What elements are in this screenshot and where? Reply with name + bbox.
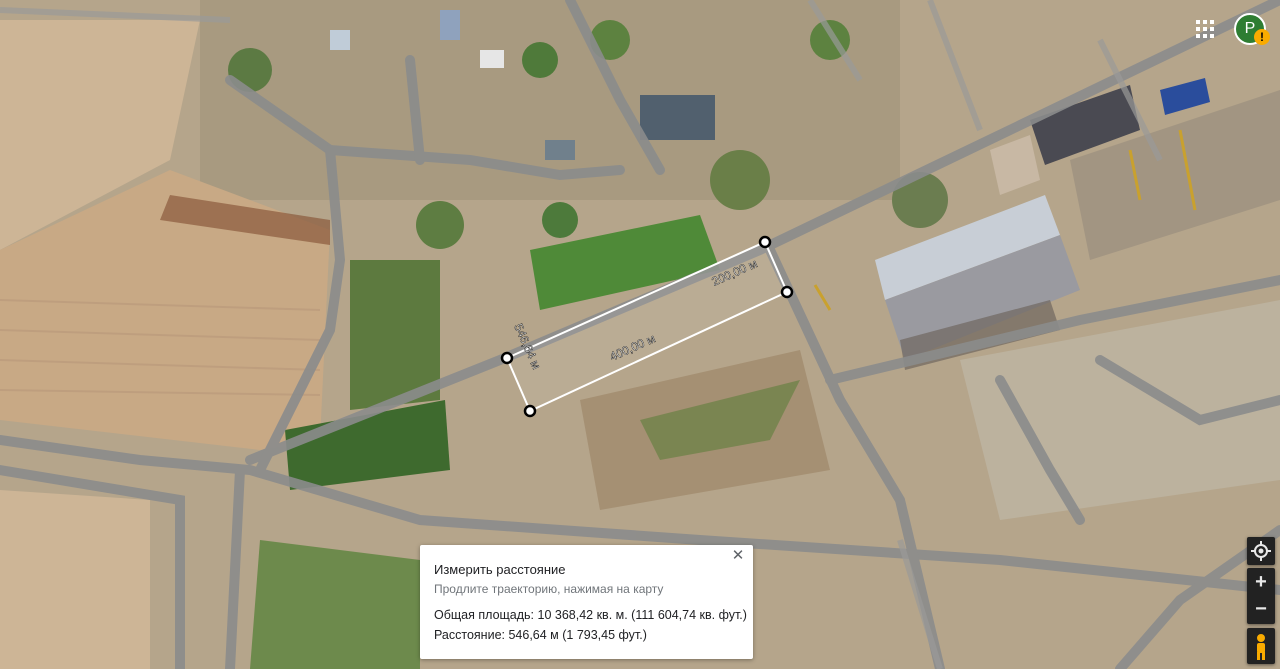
- measure-distance-panel: Измерить расстояние Продлите траекторию,…: [420, 545, 753, 659]
- measure-vertex[interactable]: [758, 235, 772, 249]
- pegman-icon: [1257, 634, 1265, 660]
- my-location-icon: [1251, 541, 1271, 561]
- distance-text: Расстояние: 546,64 м (1 793,45 фут.): [434, 628, 647, 642]
- pegman-button[interactable]: [1247, 628, 1275, 664]
- measure-vertex[interactable]: [780, 285, 794, 299]
- warning-badge-icon: !: [1254, 29, 1270, 45]
- zoom-in-button[interactable]: +: [1247, 568, 1275, 596]
- zoom-out-button[interactable]: −: [1247, 596, 1275, 624]
- close-icon[interactable]: ✕: [729, 547, 747, 565]
- panel-hint: Продлите траекторию, нажимая на карту: [434, 582, 664, 596]
- measure-vertex[interactable]: [500, 351, 514, 365]
- total-area-text: Общая площадь: 10 368,42 кв. м. (111 604…: [434, 608, 747, 622]
- apps-grid-icon[interactable]: [1195, 19, 1215, 39]
- measure-vertex[interactable]: [523, 404, 537, 418]
- my-location-button[interactable]: [1247, 537, 1275, 565]
- zoom-controls: + −: [1247, 568, 1275, 624]
- panel-title: Измерить расстояние: [434, 562, 566, 577]
